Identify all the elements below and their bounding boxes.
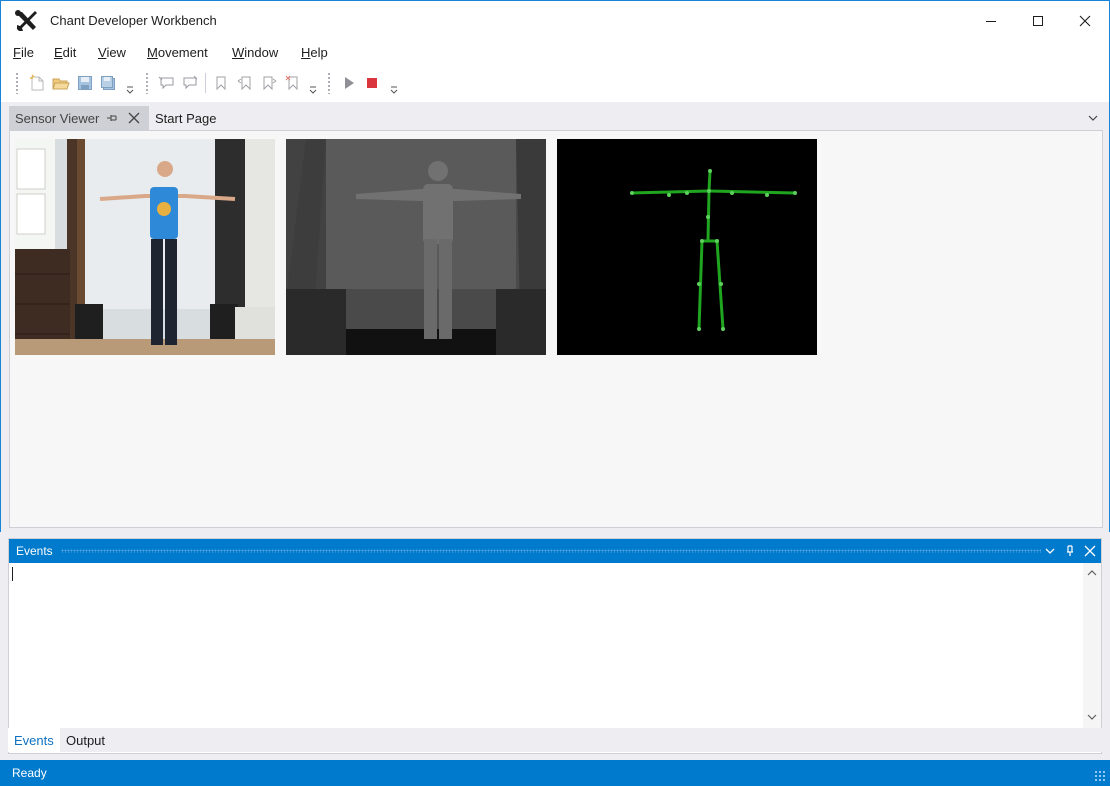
minimize-button[interactable] <box>968 1 1014 41</box>
tab-sensor-viewer[interactable]: Sensor Viewer <box>9 106 149 130</box>
window-title: Chant Developer Workbench <box>50 13 217 28</box>
wrench-screwdriver-icon <box>13 9 39 33</box>
menu-help[interactable]: Help <box>301 45 328 60</box>
status-bar: Ready <box>0 760 1110 786</box>
menu-movement[interactable]: Movement <box>147 45 208 60</box>
pin-icon[interactable] <box>1063 544 1077 558</box>
pin-icon[interactable] <box>105 111 119 125</box>
stop-icon[interactable] <box>362 72 382 94</box>
next-bookmark-icon[interactable] <box>259 72 279 94</box>
open-folder-icon[interactable] <box>51 72 71 94</box>
save-all-icon[interactable] <box>98 72 118 94</box>
panel-grip <box>61 549 1041 553</box>
menu-window[interactable]: Window <box>232 45 278 60</box>
clear-bookmarks-icon[interactable] <box>283 72 303 94</box>
close-icon[interactable] <box>127 111 141 125</box>
scroll-up-icon[interactable] <box>1086 567 1098 579</box>
toolbar-grip[interactable] <box>15 72 19 94</box>
vertical-scrollbar[interactable] <box>1083 563 1101 729</box>
events-panel-title: Events <box>16 544 53 558</box>
bottom-tab-strip: Events Output <box>8 728 1102 752</box>
depth-camera-view <box>286 139 546 355</box>
sensor-viewer-panel <box>9 130 1103 528</box>
tab-start-page[interactable]: Start Page <box>149 106 229 130</box>
events-panel-header[interactable]: Events <box>9 539 1101 563</box>
menu-bar: File Edit View Movement Window Help <box>0 40 1110 66</box>
close-icon[interactable] <box>1083 544 1097 558</box>
menu-view[interactable]: View <box>98 45 126 60</box>
chevron-down-icon[interactable] <box>1043 544 1057 558</box>
comment-icon[interactable] <box>157 72 177 94</box>
tab-output[interactable]: Output <box>60 728 111 752</box>
chevron-down-icon[interactable] <box>1087 112 1099 124</box>
uncomment-icon[interactable] <box>180 72 200 94</box>
resize-grip-icon[interactable] <box>1094 770 1106 782</box>
toolbar-overflow-chevron-icon[interactable] <box>125 80 135 94</box>
color-camera-view <box>15 139 275 355</box>
toolbar-grip[interactable] <box>327 72 331 94</box>
maximize-button[interactable] <box>1015 1 1061 41</box>
skeleton-view <box>557 139 817 355</box>
toolbar <box>0 66 1110 102</box>
document-tab-strip: Sensor Viewer Start Page <box>9 106 1105 130</box>
status-text: Ready <box>12 766 47 780</box>
menu-file[interactable]: File <box>13 45 34 60</box>
scroll-down-icon[interactable] <box>1086 711 1098 723</box>
events-panel: Events <box>8 538 1102 754</box>
new-file-icon[interactable] <box>27 72 47 94</box>
close-button[interactable] <box>1062 1 1108 41</box>
tab-events[interactable]: Events <box>8 728 60 752</box>
save-icon[interactable] <box>75 72 95 94</box>
toolbar-grip[interactable] <box>145 72 149 94</box>
toolbar-overflow-chevron-icon[interactable] <box>389 80 399 94</box>
previous-bookmark-icon[interactable] <box>235 72 255 94</box>
title-bar: Chant Developer Workbench <box>0 0 1110 40</box>
menu-edit[interactable]: Edit <box>54 45 76 60</box>
bookmark-icon[interactable] <box>211 72 231 94</box>
text-caret <box>12 567 13 581</box>
play-icon[interactable] <box>339 72 359 94</box>
toolbar-separator <box>205 73 206 93</box>
toolbar-overflow-chevron-icon[interactable] <box>308 80 318 94</box>
events-log-textarea[interactable] <box>9 563 1083 729</box>
document-area: Sensor Viewer Start Page <box>0 102 1110 532</box>
